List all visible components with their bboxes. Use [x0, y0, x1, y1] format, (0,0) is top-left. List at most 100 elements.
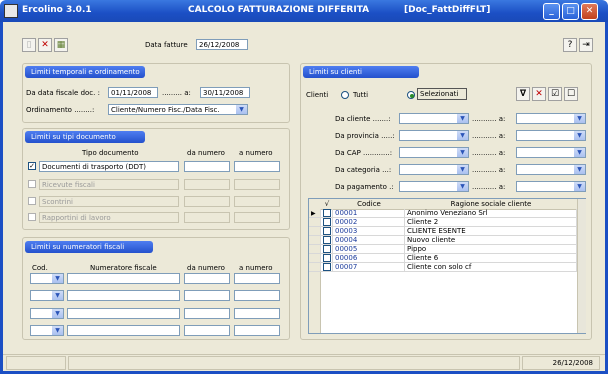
row-checkbox[interactable] — [323, 263, 331, 271]
a-cliente-select[interactable]: ▼ — [516, 113, 586, 124]
grid-ragione-cell[interactable]: Cliente 6 — [405, 254, 577, 263]
row-checkbox[interactable] — [323, 245, 331, 253]
status-date: 26/12/2008 — [522, 356, 600, 370]
num-a-field-1[interactable] — [234, 273, 280, 284]
chevron-down-icon: ▼ — [52, 291, 63, 300]
chevron-down-icon: ▼ — [457, 182, 468, 191]
clienti-grid[interactable]: √ Codice Ragione sociale cliente ▶ 00001… — [308, 198, 586, 334]
grid-codice-cell[interactable]: 00003 — [333, 227, 405, 236]
grid-codice-cell[interactable]: 00002 — [333, 218, 405, 227]
ricevute-a-field[interactable] — [234, 179, 280, 190]
grid-codice-cell[interactable]: 00007 — [333, 263, 405, 272]
grid-codice-cell[interactable]: 00006 — [333, 254, 405, 263]
grid-ragione-cell[interactable]: CLIENTE ESENTE — [405, 227, 577, 236]
clear-filter-icon[interactable]: ✕ — [532, 87, 546, 101]
new-icon[interactable]: ▯ — [22, 38, 36, 52]
a-provincia-select[interactable]: ▼ — [516, 130, 586, 141]
scontrini-da-field[interactable] — [184, 196, 230, 207]
da-data-field[interactable]: 01/11/2008 — [108, 87, 158, 98]
row-checkbox[interactable] — [323, 236, 331, 244]
num-da-field-2[interactable] — [184, 290, 230, 301]
numeratore-field-4[interactable] — [67, 325, 180, 336]
row-checkbox-cell[interactable] — [321, 245, 333, 254]
row-checkbox[interactable] — [323, 254, 331, 262]
col-da-numero: da numero — [187, 149, 225, 157]
grid-ragione-cell[interactable]: Cliente con solo cf — [405, 263, 577, 272]
scontrini-checkbox[interactable] — [28, 197, 36, 205]
ddt-da-field[interactable] — [184, 161, 230, 172]
grid-codice-cell[interactable]: 00005 — [333, 245, 405, 254]
delete-icon[interactable]: ✕ — [38, 38, 52, 52]
app-icon — [4, 4, 18, 18]
da-provincia-select[interactable]: ▼ — [399, 130, 469, 141]
row-checkbox[interactable] — [323, 209, 331, 217]
select-all-icon[interactable]: ☑ — [548, 87, 562, 101]
ddt-a-field[interactable] — [234, 161, 280, 172]
limiti-tipi-title: Limiti su tipi documento — [25, 131, 145, 143]
grid-ragione-cell[interactable]: Pippo — [405, 245, 577, 254]
cod-select-4[interactable]: ▼ — [30, 325, 64, 336]
maximize-button[interactable]: □ — [562, 3, 579, 20]
row-checkbox[interactable] — [323, 218, 331, 226]
data-fatture-field[interactable]: 26/12/2008 — [196, 39, 248, 50]
num-a-field-3[interactable] — [234, 308, 280, 319]
num-a-field-4[interactable] — [234, 325, 280, 336]
rapportini-a-field[interactable] — [234, 212, 280, 223]
ricevute-checkbox[interactable] — [28, 180, 36, 188]
numeratore-field-1[interactable] — [67, 273, 180, 284]
app-title: Ercolino 3.0.1 — [22, 5, 92, 15]
grid-ragione-cell[interactable]: Cliente 2 — [405, 218, 577, 227]
radio-tutti[interactable] — [341, 91, 349, 99]
ordinamento-select[interactable]: Cliente/Numero Fisc./Data Fisc. ▼ — [108, 104, 248, 115]
row-checkbox[interactable] — [323, 227, 331, 235]
da-cap-select[interactable]: ▼ — [399, 147, 469, 158]
row-checkbox-cell[interactable] — [321, 236, 333, 245]
grid-codice-cell[interactable]: 00004 — [333, 236, 405, 245]
col-num-a: a numero — [239, 264, 273, 272]
grid-codice-cell[interactable]: 00001 — [333, 209, 405, 218]
filter-icon[interactable]: ∇ — [516, 87, 530, 101]
numeratore-field-2[interactable] — [67, 290, 180, 301]
calculate-icon[interactable]: ▦ — [54, 38, 68, 52]
da-cliente-select[interactable]: ▼ — [399, 113, 469, 124]
a-data-label: ......... a: — [162, 89, 191, 97]
rapportini-checkbox[interactable] — [28, 213, 36, 221]
rapportini-da-field[interactable] — [184, 212, 230, 223]
a-categoria-select[interactable]: ▼ — [516, 164, 586, 175]
ddt-checkbox[interactable]: ✓ — [28, 162, 36, 170]
da-pagamento-select[interactable]: ▼ — [399, 181, 469, 192]
scontrini-label: Scontrini — [39, 196, 179, 207]
num-da-field-1[interactable] — [184, 273, 230, 284]
a-pagamento-select[interactable]: ▼ — [516, 181, 586, 192]
row-checkbox-cell[interactable] — [321, 227, 333, 236]
a-provincia-label: ........... a: — [472, 132, 506, 140]
num-a-field-2[interactable] — [234, 290, 280, 301]
cod-select-3[interactable]: ▼ — [30, 308, 64, 319]
row-checkbox-cell[interactable] — [321, 263, 333, 272]
numeratore-field-3[interactable] — [67, 308, 180, 319]
cod-select-2[interactable]: ▼ — [30, 290, 64, 301]
num-da-field-4[interactable] — [184, 325, 230, 336]
cod-select-1[interactable]: ▼ — [30, 273, 64, 284]
rapportini-label: Rapportini di lavoro — [39, 212, 179, 223]
row-checkbox-cell[interactable] — [321, 254, 333, 263]
scontrini-a-field[interactable] — [234, 196, 280, 207]
deselect-all-icon[interactable]: ☐ — [564, 87, 578, 101]
close-button[interactable]: ✕ — [581, 3, 598, 20]
chevron-down-icon: ▼ — [574, 182, 585, 191]
help-icon[interactable]: ? — [563, 38, 577, 52]
ricevute-da-field[interactable] — [184, 179, 230, 190]
radio-selezionati[interactable] — [407, 91, 415, 99]
row-header — [309, 263, 321, 272]
row-checkbox-cell[interactable] — [321, 209, 333, 218]
row-checkbox-cell[interactable] — [321, 218, 333, 227]
grid-scrollbar[interactable] — [577, 199, 586, 333]
da-categoria-select[interactable]: ▼ — [399, 164, 469, 175]
grid-ragione-cell[interactable]: Nuovo cliente — [405, 236, 577, 245]
num-da-field-3[interactable] — [184, 308, 230, 319]
a-cap-select[interactable]: ▼ — [516, 147, 586, 158]
a-data-field[interactable]: 30/11/2008 — [200, 87, 250, 98]
minimize-button[interactable]: _ — [543, 3, 560, 20]
grid-ragione-cell[interactable]: Anonimo Veneziano Srl — [405, 209, 577, 218]
exit-icon[interactable]: ⇥ — [579, 38, 593, 52]
